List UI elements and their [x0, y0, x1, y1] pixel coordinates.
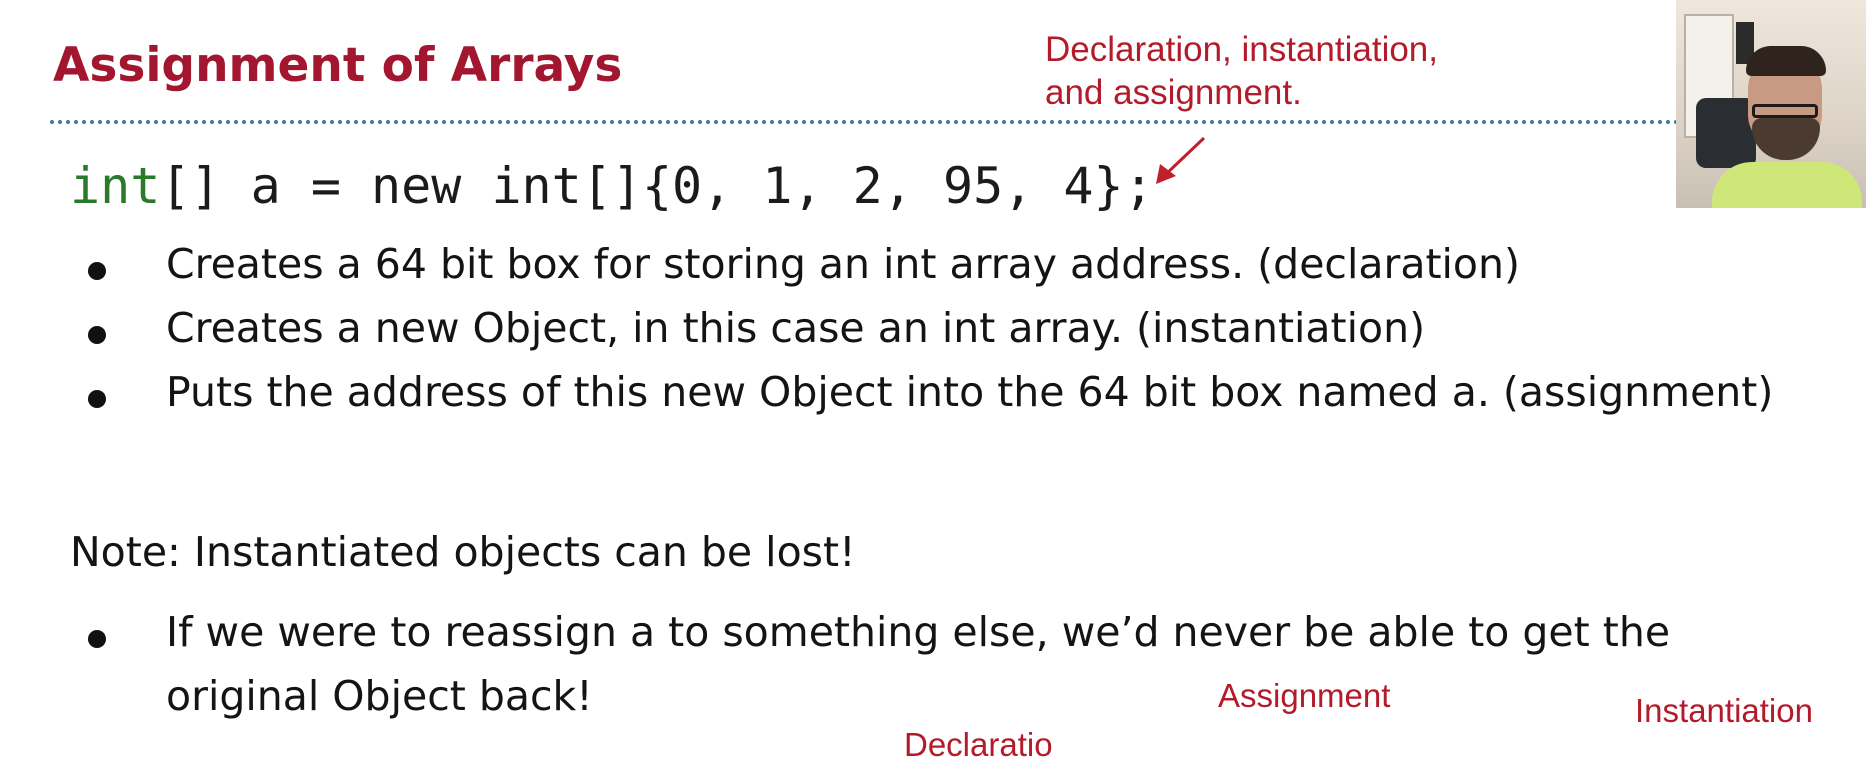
label-instantiation: Instantiation [1635, 692, 1813, 729]
label-assignment: Assignment [1218, 677, 1391, 714]
title-divider [50, 120, 1680, 124]
annotation-line-2: and assignment. [1045, 73, 1302, 112]
bullet-text-line-1: If we were to reassign a to something el… [166, 608, 1671, 656]
bullet-text-line-2: original Object back! [166, 672, 593, 720]
annotation-declaration-instantiation-assignment: Declaration, instantiation, and assignme… [1045, 28, 1438, 114]
webcam-presenter-beard [1752, 118, 1820, 160]
label-declaration: Declaratio [904, 726, 1053, 763]
bullet-text: Creates a new Object, in this case an in… [166, 304, 1426, 352]
note-heading: Note: Instantiated objects can be lost! [70, 528, 856, 576]
code-type-keyword: int [70, 157, 161, 215]
bullet-dot-icon [88, 630, 106, 648]
webcam-presenter-hair [1746, 46, 1826, 76]
bullet-text: Puts the address of this new Object into… [166, 368, 1774, 416]
bullet-dot-icon [88, 390, 106, 408]
slide-title: Assignment of Arrays [53, 38, 623, 93]
webcam-presenter-shirt [1712, 162, 1862, 208]
bullet-text: Creates a 64 bit box for storing an int … [166, 240, 1521, 288]
webcam-chair [1696, 98, 1756, 168]
bullet-dot-icon [88, 326, 106, 344]
code-line: int[] a = new int[]{0, 1, 2, 95, 4}; [70, 157, 1154, 215]
annotation-arrow-icon [1156, 136, 1206, 184]
code-rest: [] a = new int[]{0, 1, 2, 95, 4}; [160, 157, 1154, 215]
webcam-video-feed [1676, 0, 1866, 208]
bullet-dot-icon [88, 262, 106, 280]
annotation-line-1: Declaration, instantiation, [1045, 30, 1438, 69]
webcam-presenter-glasses [1752, 104, 1818, 118]
